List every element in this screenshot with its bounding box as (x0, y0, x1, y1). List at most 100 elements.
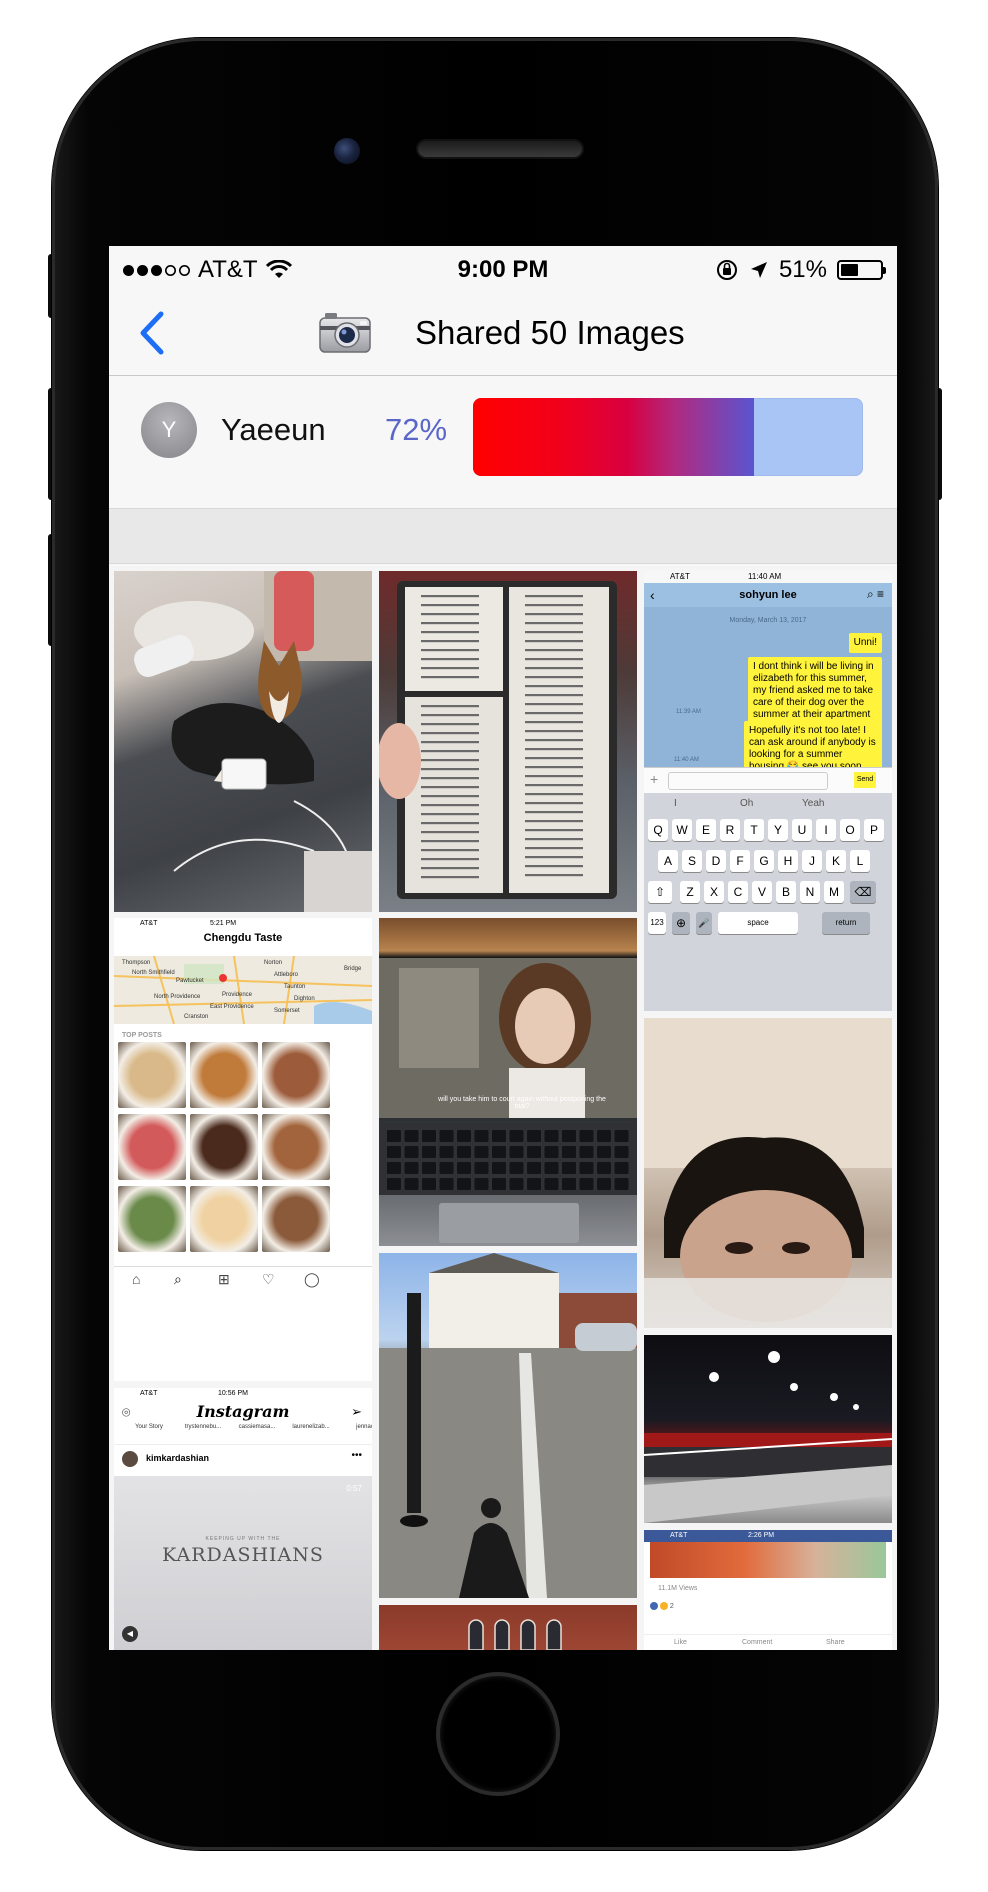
laptop-key (422, 1178, 436, 1190)
menu-text-line (525, 811, 583, 814)
chat-input (668, 772, 828, 790)
laptop-key (527, 1130, 541, 1142)
laptop-key (457, 1146, 471, 1158)
menu-text-line (421, 858, 479, 861)
keyboard-key: U (792, 819, 812, 841)
photo-thumbnail-building[interactable] (379, 1605, 637, 1650)
map-label: North Smithfield (132, 970, 175, 976)
fb-carrier: AT&T (670, 1532, 688, 1539)
menu-text-line (525, 775, 583, 778)
menu-text-line (525, 703, 583, 706)
laptop-key (614, 1162, 629, 1174)
menu-text-line (421, 658, 479, 661)
suggestion: I (674, 798, 677, 809)
photo-thumbnail-menu[interactable] (379, 571, 637, 912)
menu-text-line (421, 786, 479, 789)
keyboard-key: K (826, 850, 846, 872)
keyboard-key: A (658, 850, 678, 872)
food-post-thumbnail (118, 1114, 186, 1180)
keyboard-key: D (706, 850, 726, 872)
menu-text-line (421, 631, 479, 634)
laptop-key (457, 1162, 471, 1174)
map-label: Bridge (344, 966, 362, 972)
share-percentage-bar-fill (473, 398, 754, 476)
menu-text-line (525, 739, 583, 742)
keyboard-key: E (696, 819, 716, 841)
laptop-key (509, 1130, 524, 1142)
laptop-key (579, 1146, 594, 1158)
video-subtitle: will you take him to court again without… (438, 1096, 606, 1110)
battery-percent: 51% (778, 256, 827, 283)
chat-time: 11:40 AM (748, 572, 782, 581)
laptop-key (492, 1178, 506, 1190)
laptop-key (614, 1146, 629, 1158)
chat-date: Monday, March 13, 2017 (729, 617, 807, 624)
menu-text-line (421, 714, 479, 717)
menu-text-line (525, 685, 583, 688)
fb-views: 11.1M Views (658, 1585, 698, 1592)
front-camera (334, 138, 360, 164)
menu-text-line (525, 640, 583, 643)
menu-text-line (525, 856, 583, 859)
camera-icon (319, 313, 371, 353)
photo-thumbnail-street[interactable] (379, 1253, 637, 1598)
menu-text-line (525, 613, 583, 616)
chevron-left-icon[interactable] (133, 310, 173, 356)
laptop-key (404, 1178, 419, 1190)
map-label: Taunton (284, 984, 306, 990)
photo-thumbnail-selfie[interactable] (644, 1018, 892, 1328)
screen: AT&T 9:00 PM 51% Shared 50 Images Y Yaee… (109, 246, 897, 1650)
menu-text-line (421, 795, 479, 798)
map-label: Cranston (184, 1014, 209, 1020)
laptop-key (509, 1146, 524, 1158)
earpiece-speaker (418, 141, 582, 157)
menu-text-line (525, 622, 583, 625)
key-space: space (718, 912, 798, 934)
laptop-key (439, 1146, 454, 1158)
photo-thumbnail-laptop[interactable]: will you take him to court again without… (379, 918, 637, 1246)
food-post-thumbnail (190, 1114, 258, 1180)
screenshot-thumbnail-chat[interactable]: AT&T 11:40 AM ‹ sohyun lee ⌕ ≡ Monday, M… (644, 571, 892, 1011)
menu-text-line (421, 822, 479, 825)
photo-thumbnail-gokart[interactable] (644, 1335, 892, 1523)
food-post-thumbnail (118, 1186, 186, 1252)
menu-text-line (421, 876, 479, 879)
chat-carrier: AT&T (670, 572, 690, 581)
navigation-bar: Shared 50 Images (109, 290, 897, 376)
keyboard-key: V (752, 881, 772, 903)
menu-text-line (421, 777, 479, 780)
menu-text-line (525, 757, 583, 760)
chat-contact-name: sohyun lee (739, 589, 797, 601)
keyboard-key: J (802, 850, 822, 872)
screenshot-thumbnail-instagram[interactable]: AT&T 10:56 PM ⌾ Instagram ➢ Your Story tr… (114, 1388, 372, 1650)
chat-message: Unni! (848, 633, 882, 653)
menu-text-line (421, 759, 479, 762)
chat-timestamp: 11:40 AM (674, 757, 699, 763)
menu-text-line (525, 604, 583, 607)
laptop-key (579, 1130, 594, 1142)
menu-text-line (421, 604, 479, 607)
insta-carrier: AT&T (140, 1390, 158, 1397)
screenshot-thumbnail-facebook[interactable]: AT&T 2:26 PM 11.1M Views 2 Like Comment … (644, 1530, 892, 1650)
home-button[interactable] (440, 1676, 556, 1792)
keyboard-key: Y (768, 819, 788, 841)
laptop-key (544, 1146, 559, 1158)
map-label: East Providence (210, 1004, 254, 1010)
laptop-key (544, 1130, 559, 1142)
menu-text-line (525, 838, 583, 841)
map-label: Pawtucket (176, 978, 204, 984)
laptop-key (527, 1146, 541, 1158)
screenshot-thumbnail-chengdu[interactable]: AT&T 5:21 PM Chengdu Taste Thompson Norto… (114, 918, 372, 1381)
laptop-key (614, 1130, 629, 1142)
menu-text-line (525, 748, 583, 751)
keyboard-key: C (728, 881, 748, 903)
user-stats-row[interactable]: Y Yaeeun 72% (109, 376, 897, 484)
laptop-photo-drawing (379, 958, 637, 1243)
photo-thumbnail-dog[interactable] (114, 571, 372, 912)
keyboard-key: B (776, 881, 796, 903)
menu-text-line (525, 667, 583, 670)
menu-text-line (421, 640, 479, 643)
menu-text-line (525, 631, 583, 634)
keyboard-key: I (816, 819, 836, 841)
menu-text-line (421, 595, 479, 598)
